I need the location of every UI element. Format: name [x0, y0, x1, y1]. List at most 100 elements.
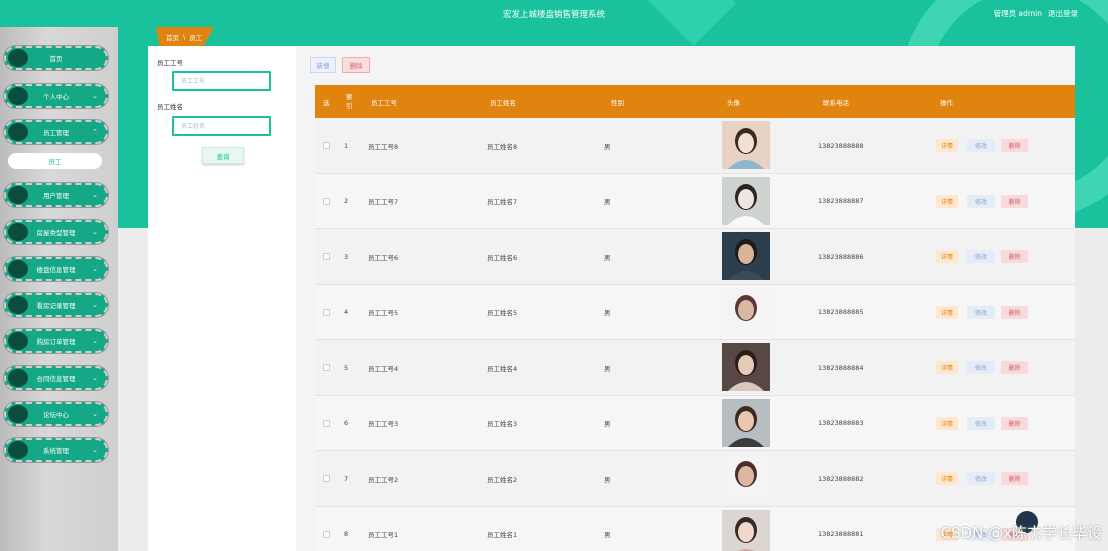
sidebar-item-label: 合同信息管理 — [36, 375, 76, 383]
row-index: 6 — [344, 419, 349, 427]
detail-button[interactable]: 详情 — [936, 416, 958, 430]
detail-button[interactable]: 详情 — [936, 305, 958, 319]
header-phone: 联系电话 — [823, 98, 849, 107]
sidebar-item[interactable]: 系统管理 ⌄ — [4, 438, 108, 462]
row-phone: 13823888882 — [818, 474, 864, 483]
row-emp-name: 员工姓名3 — [487, 420, 518, 428]
detail-button[interactable]: 详情 — [936, 250, 958, 263]
sidebar-item[interactable]: 员工管理 ⌃ — [4, 120, 108, 144]
detail-button[interactable]: 详情 — [936, 361, 958, 374]
checkbox-icon — [323, 308, 330, 316]
row-checkbox[interactable] — [323, 451, 330, 506]
detail-button[interactable]: 详情 — [936, 194, 958, 208]
delete-button[interactable]: 删除 — [1001, 139, 1028, 152]
detail-button[interactable]: 详情 — [936, 472, 958, 485]
add-button[interactable]: 新增 — [310, 57, 336, 73]
app-title: 宏发上城楼盘销售管理系统 — [502, 10, 605, 20]
row-emp-name: 员工姓名1 — [487, 531, 518, 539]
sidebar-item-label: 看房记录管理 — [36, 302, 76, 310]
menu-bullet-icon — [8, 369, 28, 387]
breadcrumb-separator: \ — [183, 32, 186, 41]
row-checkbox[interactable] — [323, 118, 330, 173]
menu-bullet-icon — [8, 49, 28, 67]
delete-button[interactable]: 删除 — [1001, 416, 1028, 430]
row-phone: 13823888883 — [818, 419, 864, 427]
query-button[interactable]: 查询 — [202, 147, 244, 164]
delete-button[interactable]: 删除 — [1001, 361, 1028, 374]
sidebar-item[interactable]: 看房记录管理 ⌄ — [4, 293, 108, 317]
delete-button[interactable]: 删除 — [1001, 472, 1028, 485]
row-phone: 13823888881 — [818, 530, 864, 538]
row-gender: 男 — [604, 142, 611, 151]
sidebar-item[interactable]: 用户管理 ⌄ — [4, 183, 108, 207]
edit-button[interactable]: 修改 — [967, 361, 995, 374]
edit-button[interactable]: 修改 — [967, 472, 995, 485]
emp-name-input[interactable] — [172, 116, 271, 136]
row-gender: 男 — [604, 364, 611, 373]
sidebar-item-label: 房屋类型管理 — [36, 229, 76, 237]
sidebar-item[interactable]: 个人中心 ⌄ — [4, 84, 108, 108]
header-select: 选 — [323, 98, 330, 107]
menu-bullet-icon — [8, 186, 28, 204]
row-index: 4 — [344, 308, 349, 316]
detail-button[interactable]: 详情 — [936, 139, 958, 152]
row-emp-no: 员工工号3 — [368, 420, 399, 428]
checkbox-icon — [323, 197, 330, 205]
sidebar-item[interactable]: 购房订单管理 ⌄ — [4, 329, 108, 353]
chevron-down-icon: ⌄ — [92, 446, 98, 454]
delete-button[interactable]: 删除 — [1001, 194, 1028, 208]
emp-no-input[interactable] — [172, 71, 271, 91]
chevron-down-icon: ⌄ — [92, 92, 98, 100]
row-checkbox[interactable] — [323, 229, 330, 284]
logout-link[interactable]: 退出登录 — [1048, 8, 1078, 19]
sidebar-item[interactable]: 楼盘信息管理 ⌄ — [4, 257, 108, 281]
row-phone: 13823888884 — [818, 363, 864, 372]
row-emp-name: 员工姓名5 — [487, 309, 518, 317]
row-emp-no: 员工工号4 — [368, 364, 399, 373]
sidebar: 首页个人中心 ⌄ 员工管理 ⌃ 用户管理 ⌄ 房屋类型管理 ⌄ 楼盘信息管理 ⌄ 看房记录管理 ⌄ 购房… — [0, 27, 118, 551]
breadcrumb-home[interactable]: 首页 — [166, 32, 179, 42]
chevron-up-icon: ⌃ — [92, 128, 98, 136]
row-checkbox[interactable] — [323, 174, 330, 229]
edit-button[interactable]: 修改 — [967, 139, 995, 152]
batch-delete-button[interactable]: 删除 — [342, 57, 370, 73]
row-index: 3 — [344, 252, 349, 261]
header-emp-name: 员工姓名 — [490, 98, 516, 107]
watermark: CSDN @x陈杰学长毕设 — [940, 524, 1102, 542]
sidebar-subitem-employee[interactable]: 员工 — [8, 153, 102, 169]
edit-button[interactable]: 修改 — [967, 194, 995, 208]
row-emp-no: 员工工号6 — [368, 253, 399, 262]
sidebar-item[interactable]: 房屋类型管理 ⌄ — [4, 220, 108, 244]
current-user: 管理员 admin — [993, 9, 1042, 18]
row-checkbox[interactable] — [323, 285, 330, 340]
delete-button[interactable]: 删除 — [1001, 250, 1028, 263]
table-row: 1 员工工号8 员工姓名8 男 13823888888 详情 修改 删除 — [315, 118, 1075, 174]
row-checkbox[interactable] — [323, 340, 330, 395]
sidebar-item[interactable]: 首页 — [4, 46, 108, 70]
row-phone: 13823888888 — [818, 141, 864, 150]
chevron-down-icon: ⌄ — [92, 191, 98, 199]
row-index: 8 — [344, 530, 349, 538]
employee-avatar — [722, 343, 770, 391]
table-row: 7 员工工号2 员工姓名2 男 13823888882 详情 修改 删除 — [315, 451, 1075, 507]
row-index: 7 — [344, 474, 349, 483]
chevron-down-icon: ⌄ — [92, 301, 98, 309]
sidebar-item[interactable]: 论坛中心 ⌄ — [4, 402, 108, 426]
row-emp-name: 员工姓名2 — [487, 475, 518, 484]
chevron-down-icon: ⌄ — [92, 228, 98, 236]
table-row: 5 员工工号4 员工姓名4 男 13823888884 详情 修改 删除 — [315, 340, 1075, 396]
delete-button[interactable]: 删除 — [1001, 305, 1028, 319]
row-gender: 男 — [604, 253, 611, 262]
checkbox-icon — [323, 530, 330, 538]
sidebar-item-label: 员工管理 — [43, 129, 69, 137]
edit-button[interactable]: 修改 — [967, 416, 995, 430]
edit-button[interactable]: 修改 — [967, 250, 995, 263]
edit-button[interactable]: 修改 — [967, 305, 995, 319]
menu-bullet-icon — [8, 87, 28, 105]
header-avatar: 头像 — [727, 98, 740, 107]
row-checkbox[interactable] — [323, 507, 330, 551]
row-checkbox[interactable] — [323, 396, 330, 451]
sidebar-item[interactable]: 合同信息管理 ⌄ — [4, 366, 108, 390]
menu-bullet-icon — [8, 260, 28, 278]
row-emp-name: 员工姓名8 — [487, 142, 518, 151]
